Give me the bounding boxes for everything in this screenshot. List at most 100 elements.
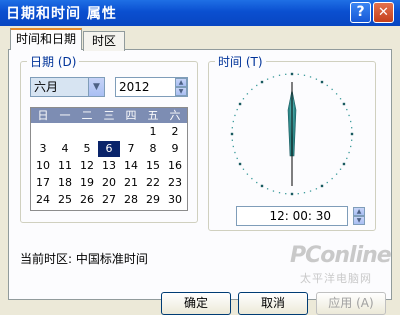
ok-button[interactable]: 确定 [161,292,231,315]
calendar-grid: 日一二三四五六 1 2 3 4 5 6 7 8 9 10 11 12 13 14 15 16 17 18 19 20 2… [30,107,188,211]
clock-minute-mark [331,88,333,91]
calendar-day[interactable]: 15 [142,158,164,174]
clock-minute-mark [326,181,328,184]
clock-minute-mark [278,74,281,76]
time-up-icon[interactable]: ▲ [353,207,365,216]
calendar-day[interactable]: 27 [98,192,120,208]
clock-minute-mark [285,193,287,195]
year-down-icon[interactable]: ▼ [175,87,187,96]
tab-timezone[interactable]: 时区 [83,31,125,51]
window-title: 日期和时间 属性 [6,6,117,22]
cancel-button[interactable]: 取消 [238,292,308,315]
clock-minute-mark [266,188,269,190]
clock-minute-mark [278,192,281,194]
clock-minute-mark [350,120,352,123]
clock-minute-mark [246,173,249,175]
apply-button[interactable]: 应用 (A) [316,292,386,315]
clock-minute-mark [351,139,353,141]
calendar-day[interactable]: 4 [54,141,76,157]
calendar-day[interactable]: 12 [76,158,98,174]
tab-time-date[interactable]: 时间和日期 [10,28,82,50]
clock-hour-mark [320,80,324,84]
clock-minute-mark [236,157,238,160]
calendar-day[interactable]: 6 [98,141,120,157]
clock-minute-mark [251,177,253,180]
clock-minute-mark [339,98,342,100]
calendar-day[interactable]: 5 [76,141,98,157]
calendar-day[interactable]: 14 [120,158,142,174]
clock-hour-mark [290,72,294,76]
calendar-day[interactable]: 2 [164,124,186,140]
help-button[interactable]: ? [350,2,371,23]
chevron-down-icon[interactable]: ▼ [88,78,104,96]
pconline-watermark: PConline [290,243,392,268]
weekday-header: 一 [59,109,71,122]
clock-minute-mark [266,78,269,80]
calendar-day[interactable]: 17 [32,175,54,191]
weekday-header: 二 [81,109,93,122]
clock-minute-mark [232,145,234,148]
year-value: 2012 [119,80,150,94]
clock-minute-mark [297,73,299,75]
weekday-header: 三 [103,109,115,122]
calendar-day [120,124,142,140]
calendar-day[interactable]: 23 [164,175,186,191]
clock-hour-mark [238,162,242,166]
clock-hour-mark [320,184,324,188]
calendar-day[interactable]: 29 [142,192,164,208]
calendar-day [98,124,120,140]
calendar-day[interactable]: 13 [98,158,120,174]
clock-minute-mark [315,78,318,80]
time-down-icon[interactable]: ▼ [353,216,365,225]
clock-hour-mark [260,184,264,188]
clock-minute-mark [272,190,275,192]
month-dropdown[interactable]: 六月 ▼ [30,77,105,97]
calendar-day[interactable]: 30 [164,192,186,208]
calendar-day[interactable]: 28 [120,192,142,208]
calendar-day[interactable]: 18 [54,175,76,191]
clock-minute-mark [309,190,312,192]
clock-minute-mark [331,177,333,180]
clock-minute-mark [326,84,328,87]
clock-hour-mark [342,102,346,106]
calendar-day[interactable]: 7 [120,141,142,157]
close-button[interactable]: ✕ [373,2,394,23]
clock-minute-mark [351,127,353,129]
date-group-label: 日期 (D) [27,53,80,70]
calendar-day[interactable]: 10 [32,158,54,174]
calendar-day[interactable]: 16 [164,158,186,174]
pconline-watermark-sub: 太平洋电脑网 [300,272,372,285]
analog-clock [230,72,354,196]
calendar-day[interactable]: 26 [76,192,98,208]
calendar-day[interactable]: 22 [142,175,164,191]
clock-hour-mark [350,132,354,136]
clock-minute-mark [348,114,350,117]
clock-hour-mark [290,192,294,196]
clock-minute-mark [246,93,249,95]
calendar-day[interactable]: 25 [54,192,76,208]
clock-minute-mark [335,93,338,95]
clock-minute-mark [346,108,348,111]
calendar-day[interactable]: 24 [32,192,54,208]
clock-minute-mark [234,151,236,154]
calendar-day[interactable]: 21 [120,175,142,191]
calendar-day[interactable]: 1 [142,124,164,140]
weekday-header: 六 [169,109,181,122]
calendar-day[interactable]: 20 [98,175,120,191]
current-timezone-text: 当前时区: 中国标准时间 [20,252,148,266]
calendar-day[interactable]: 19 [76,175,98,191]
clock-minute-mark [335,173,338,175]
calendar-day[interactable]: 11 [54,158,76,174]
clock-minute-mark [346,157,348,160]
calendar-day [32,124,54,140]
clock-minute-mark [297,193,299,195]
calendar-day[interactable]: 8 [142,141,164,157]
calendar-day[interactable]: 3 [32,141,54,157]
time-input[interactable]: 12: 00: 30 [236,206,348,226]
clock-hour-mark [342,162,346,166]
calendar-day[interactable]: 9 [164,141,186,157]
clock-minute-mark [231,127,233,129]
clock-minute-mark [242,98,245,100]
clock-minute-mark [256,181,258,184]
year-up-icon[interactable]: ▲ [175,78,187,87]
